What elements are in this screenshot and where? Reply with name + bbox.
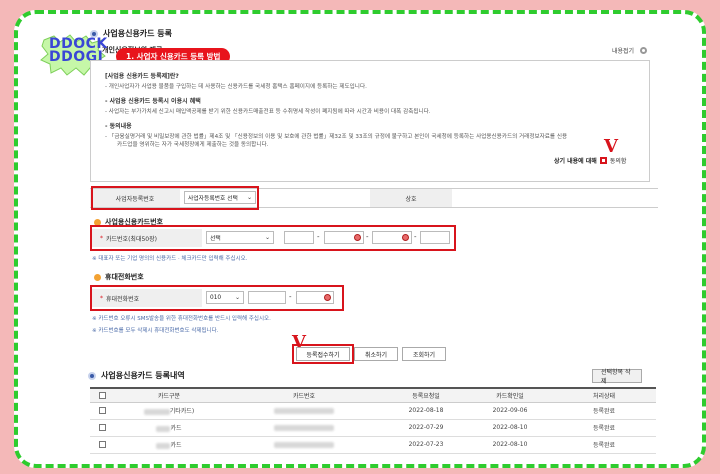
row-card-kind: 카드: [170, 442, 182, 449]
row-card-number-cell: [224, 402, 384, 420]
header-request-date: 등록요청일: [384, 387, 468, 403]
row-request-date: 2022-07-23: [384, 436, 468, 454]
agree-row: 상기 내용에 대해 동의함: [554, 156, 626, 165]
row-checkbox[interactable]: [98, 424, 106, 431]
biz-name-label: 상호: [370, 189, 452, 207]
header-checkbox-cell: [90, 387, 114, 403]
row-checkbox-cell: [90, 436, 114, 454]
header-card-kind: 카드구분: [114, 387, 224, 403]
row-card-number-cell: [224, 419, 384, 437]
page-title: 사업용신용카드 등록: [103, 29, 173, 38]
table-header-row: 카드구분 카드번호 등록요청일 카드확인일 처리상태: [90, 387, 656, 403]
masked-text: [143, 408, 170, 415]
terms-heading-3: - 동의내용: [105, 123, 132, 130]
table-row: 카드 2022-07-29 2022-08-10 등록완료: [90, 419, 656, 437]
row-card-kind-cell: 카드: [114, 436, 224, 454]
row-checkbox[interactable]: [98, 407, 106, 414]
header-status: 처리상태: [552, 387, 656, 403]
register-button[interactable]: 등록접수하기: [296, 347, 350, 361]
phone-section-title: 휴대전화번호: [94, 272, 144, 282]
agree-checkbox[interactable]: [599, 157, 607, 164]
agree-text: 상기 내용에 대해: [554, 158, 597, 165]
terms-heading-1: [사업용 신용카드 등록제]란?: [105, 73, 179, 80]
row-card-kind: 카드: [170, 425, 182, 432]
list-title-row: 사업용신용카드 등록내역: [88, 370, 185, 381]
card-highlight: [90, 225, 456, 251]
phone-section-label: 휴대전화번호: [105, 273, 144, 281]
biz-highlight: [91, 186, 259, 210]
collapse-label: 내용접기: [612, 48, 635, 55]
table-row: 기타카드) 2022-08-18 2022-09-06 등록완료: [90, 402, 656, 420]
phone-note-1: ※ 카드번호 오류시 SMS발송을 위한 휴대전화번호를 반드시 입력해 주십시…: [92, 316, 271, 322]
list-bullet-icon: [88, 371, 96, 380]
row-confirm-date: 2022-08-10: [468, 436, 552, 454]
row-checkbox-cell: [90, 419, 114, 437]
terms-text-3b: 카드업을 영위하는 자가 국세청장에게 제출하는 것을 동의합니다.: [117, 142, 269, 148]
terms-text-1: - 개인사업자가 사업용 물품을 구입하는 데 사용하는 신용카드를 국세청 홈…: [105, 84, 367, 90]
select-all-checkbox[interactable]: [98, 391, 106, 399]
masked-card-number: [274, 407, 334, 414]
masked-card-number: [274, 424, 334, 431]
row-status: 등록완료: [552, 402, 656, 420]
delete-selected-button[interactable]: 선택항목 삭제: [592, 369, 642, 385]
list-title: 사업용신용카드 등록내역: [101, 371, 185, 380]
row-request-date: 2022-08-18: [384, 402, 468, 420]
terms-text-2: - 사업자는 부가가치세 신고시 매입액공제를 받기 위한 신용카드매출전표 등…: [105, 109, 431, 115]
masked-text: [156, 442, 171, 449]
check-mark-annotation-1: V: [604, 136, 618, 157]
row-card-kind-cell: 카드: [114, 419, 224, 437]
row-checkbox-cell: [90, 402, 114, 420]
row-card-kind: 기타카드): [169, 408, 195, 415]
lookup-button[interactable]: 조회하기: [402, 347, 446, 361]
masked-text: [156, 425, 171, 432]
table-row: 카드 2022-07-23 2022-08-10 등록완료: [90, 436, 656, 454]
row-card-number-cell: [224, 436, 384, 454]
row-checkbox[interactable]: [98, 441, 106, 448]
phone-section-bullet-icon: [94, 273, 101, 281]
phone-highlight: [90, 285, 344, 311]
agree-label: 동의함: [609, 158, 627, 165]
header-card-number: 카드번호: [224, 387, 384, 403]
row-confirm-date: 2022-09-06: [468, 402, 552, 420]
card-list-table: 카드구분 카드번호 등록요청일 카드확인일 처리상태 기타카드) 2022-08…: [90, 387, 656, 454]
collapse-toggle[interactable]: 내용접기: [612, 46, 648, 55]
terms-heading-2: - 사업용 신용카드 등록시 이용시 혜택: [105, 98, 201, 105]
card-note: ※ 대표자 또는 기업 명의의 신용카드 · 체크카드만 입력해 주십시오.: [92, 256, 248, 262]
phone-note-2: ※ 카드번호를 모두 삭제시 휴대전화번호도 삭제됩니다.: [92, 328, 219, 334]
cancel-button[interactable]: 취소하기: [354, 347, 398, 361]
row-status: 등록완료: [552, 419, 656, 437]
terms-text-3: - 「금융실명거래 및 비밀보장에 관한 법률」제4조 및 「신용정보의 이용 …: [105, 134, 568, 140]
row-card-kind-cell: 기타카드): [114, 402, 224, 420]
row-confirm-date: 2022-08-10: [468, 419, 552, 437]
gear-icon: [640, 47, 648, 54]
row-status: 등록완료: [552, 436, 656, 454]
content-frame: 사업용신용카드 등록 개인신용정보의 제공 DDOCK DDOGI 1. 사업자…: [14, 10, 706, 468]
row-request-date: 2022-07-29: [384, 419, 468, 437]
header-confirm-date: 카드확인일: [468, 387, 552, 403]
masked-card-number: [274, 441, 334, 448]
